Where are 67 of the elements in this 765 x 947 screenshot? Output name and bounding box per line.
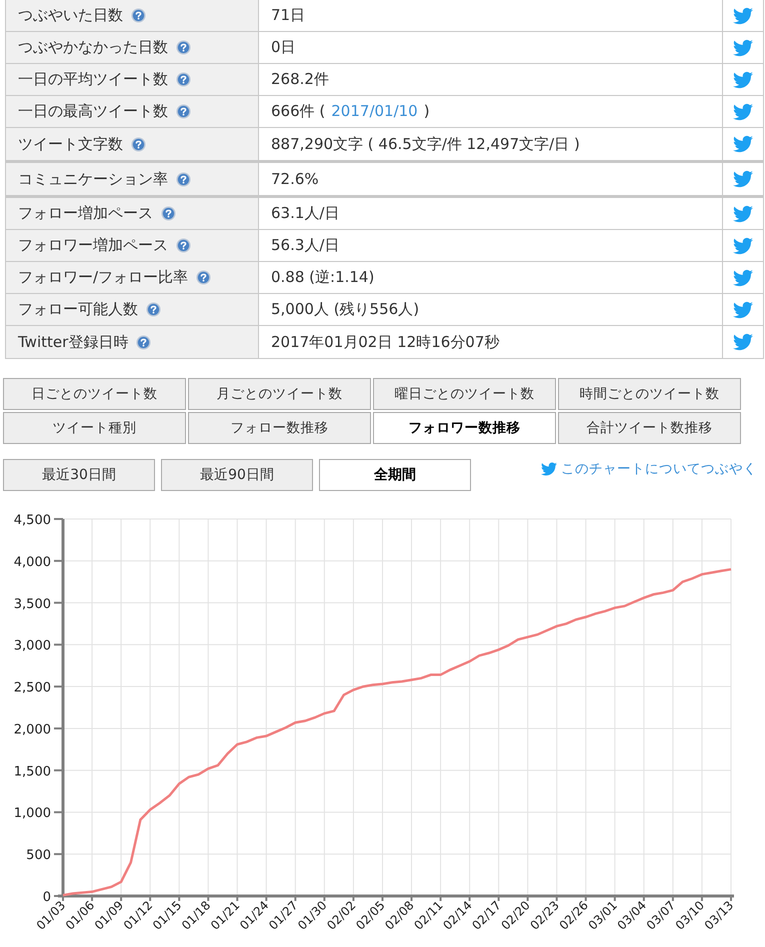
stat-value: 0.88 (逆:1.14) [271,267,374,288]
help-icon[interactable] [146,302,161,317]
chart-tab[interactable]: 曜日ごとのツイート数 [373,378,556,410]
stat-label: コミュニケーション率 [18,168,168,190]
y-tick-label: 2,000 [14,722,51,738]
stat-value: 887,290文字 ( 46.5文字/件 12,497文字/日 ) [271,134,580,155]
bird-icon [541,461,557,477]
help-icon[interactable] [196,270,212,285]
help-icon[interactable] [176,238,191,253]
stat-label: フォロワー増加ペース [18,235,168,256]
y-tick-label: 0 [42,890,51,905]
stat-label: Twitter登録日時 [18,332,128,353]
stat-label: フォロワー/フォロー比率 [18,267,188,288]
chart-tab[interactable]: 月ごとのツイート数 [188,378,371,410]
period-tab[interactable]: 最近30日間 [3,459,155,491]
stat-label: つぶやかなかった日数 [18,37,168,58]
y-tick-label: 500 [26,848,51,864]
y-tick-label: 4,000 [14,554,51,570]
stat-label: フォロー可能人数 [18,299,138,320]
chart-tab[interactable]: ツイート種別 [3,412,186,444]
chart-tab[interactable]: 日ごとのツイート数 [3,378,186,410]
stat-value: ) [424,101,430,122]
bird-icon[interactable] [733,332,753,352]
help-icon[interactable] [176,104,191,119]
y-tick-label: 4,500 [14,513,51,528]
chart-tab[interactable]: フォロワー数推移 [373,412,556,444]
stat-value: 2017年01月02日 12時16分07秒 [271,332,500,353]
stat-value: 63.1人/日 [271,203,340,224]
bird-icon[interactable] [733,38,753,58]
stat-label: 一日の最高ツイート数 [18,101,168,122]
help-icon[interactable] [161,206,176,221]
chart-tab[interactable]: 時間ごとのツイート数 [558,378,741,410]
stat-value: 666件 ( [271,101,326,122]
bird-icon[interactable] [733,169,753,189]
bird-icon[interactable] [733,134,753,154]
y-tick-label: 1,000 [14,806,51,822]
bird-icon[interactable] [733,6,753,26]
stat-value: 0日 [271,37,296,58]
stat-value: 5,000人 (残り556人) [271,299,420,320]
help-icon[interactable] [131,8,146,23]
stat-value: 268.2件 [271,69,329,90]
stat-label: ツイート文字数 [18,134,123,155]
stat-label: つぶやいた日数 [18,5,123,26]
bird-icon[interactable] [733,204,753,224]
y-tick-label: 3,000 [14,638,51,654]
stat-value: 56.3人/日 [271,235,340,256]
bird-icon[interactable] [733,268,753,288]
stat-label: 一日の平均ツイート数 [18,69,168,90]
y-tick-label: 3,500 [14,596,51,612]
bird-icon[interactable] [733,300,753,320]
bird-icon[interactable] [733,70,753,90]
help-icon[interactable] [176,72,191,87]
bird-icon[interactable] [733,102,753,122]
stat-value: 71日 [271,5,306,26]
help-icon[interactable] [131,136,146,152]
period-tab[interactable]: 全期間 [319,459,471,491]
help-icon[interactable] [136,334,152,350]
period-tab[interactable]: 最近90日間 [161,459,313,491]
stat-label: フォロー増加ペース [18,203,153,224]
stat-value: 72.6% [271,168,319,190]
y-tick-label: 2,500 [14,680,51,696]
bird-icon[interactable] [733,236,753,256]
chart-tab[interactable]: フォロー数推移 [188,412,371,444]
help-icon[interactable] [176,40,191,55]
help-icon[interactable] [176,172,191,186]
chart-tab[interactable]: 合計ツイート数推移 [558,412,741,444]
y-tick-label: 1,500 [14,764,51,780]
